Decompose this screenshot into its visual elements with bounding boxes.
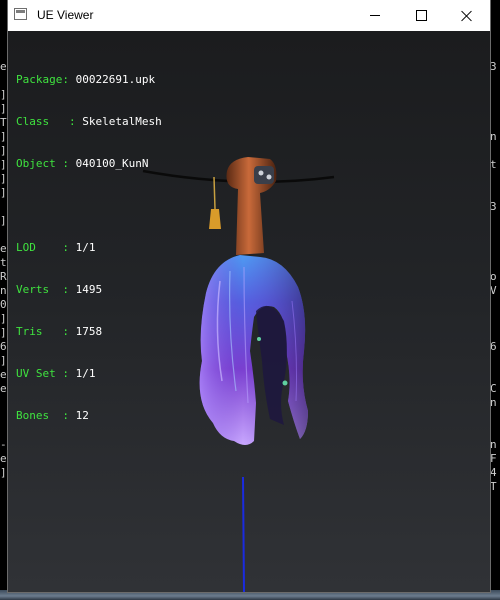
ornament-stud xyxy=(258,170,264,176)
console-char: o xyxy=(490,270,497,283)
console-char: n xyxy=(490,438,497,451)
console-char: e xyxy=(0,452,7,465)
console-char: T xyxy=(490,480,497,493)
console-char: ] xyxy=(0,214,7,227)
skeletal-mesh-render[interactable] xyxy=(8,31,490,592)
maximize-button[interactable] xyxy=(398,0,444,31)
console-char: 6 xyxy=(490,340,497,353)
maximize-icon xyxy=(415,10,427,21)
console-char: e xyxy=(0,60,7,73)
console-char: e xyxy=(0,382,7,395)
ue-viewer-window: UE Viewer Package: 00022691.upk Class : … xyxy=(8,0,490,592)
console-char: 3 xyxy=(490,200,497,213)
console-char: ] xyxy=(0,88,7,101)
app-window-icon[interactable] xyxy=(14,8,27,20)
console-char: n xyxy=(490,396,497,409)
console-char: ] xyxy=(0,102,7,115)
console-char: ] xyxy=(0,158,7,171)
console-char: 3 xyxy=(490,60,497,73)
console-char: R xyxy=(0,270,7,283)
3d-viewport[interactable]: Package: 00022691.upk Class : SkeletalMe… xyxy=(8,31,490,592)
console-char: 0 xyxy=(0,298,7,311)
console-char: ] xyxy=(0,186,7,199)
console-char: - xyxy=(0,438,7,451)
console-char: e xyxy=(0,242,7,255)
close-icon xyxy=(461,10,473,22)
minimize-button[interactable] xyxy=(352,0,398,31)
background-console-right: 3nt3oV6CnnF4T xyxy=(490,0,500,600)
console-char: T xyxy=(0,116,7,129)
console-char: ] xyxy=(0,354,7,367)
hair-shading xyxy=(199,255,308,445)
console-char: 6 xyxy=(0,340,7,353)
console-char: ] xyxy=(0,172,7,185)
bone-line xyxy=(242,476,245,592)
title-bar[interactable]: UE Viewer xyxy=(8,0,490,31)
console-char: ] xyxy=(0,144,7,157)
console-char: ] xyxy=(0,130,7,143)
ornament-stud xyxy=(266,174,272,180)
console-char: t xyxy=(0,256,7,269)
bead-accent xyxy=(257,337,261,341)
console-char: C xyxy=(490,382,497,395)
minimize-icon xyxy=(370,15,380,16)
console-char: n xyxy=(490,130,497,143)
console-char: ] xyxy=(0,466,7,479)
console-char: n xyxy=(0,284,7,297)
hair-inner-shadow xyxy=(256,305,287,425)
console-char: e xyxy=(0,368,7,381)
background-console-left: e]] T]]]]]] e t Rn 0]] 6] e e - e] xyxy=(0,0,8,600)
console-char: V xyxy=(490,284,497,297)
tassel-icon xyxy=(209,209,221,229)
bead-accent xyxy=(282,380,288,386)
console-char: ] xyxy=(0,312,7,325)
ornament-clasp xyxy=(254,166,274,184)
tassel-string xyxy=(213,176,216,210)
console-char: F xyxy=(490,452,497,465)
console-char: 4 xyxy=(490,466,497,479)
console-char: t xyxy=(490,158,497,171)
close-button[interactable] xyxy=(444,0,490,31)
console-char: ] xyxy=(0,326,7,339)
window-title: UE Viewer xyxy=(37,8,94,22)
